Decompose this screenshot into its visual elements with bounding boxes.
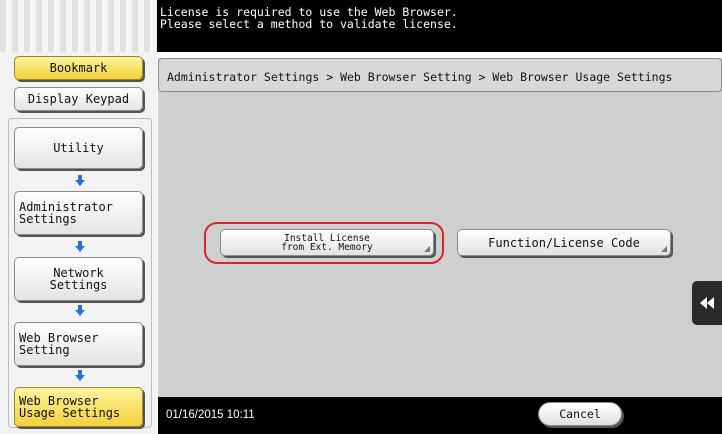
breadcrumb: Administrator Settings > Web Browser Set… <box>158 58 722 92</box>
status-bar: 01/16/2015 10:11 Cancel <box>158 397 722 434</box>
display-keypad-button[interactable]: Display Keypad <box>14 87 143 111</box>
function-license-code-button[interactable]: Function/License Code <box>457 229 671 256</box>
datetime: 01/16/2015 10:11 <box>166 409 255 421</box>
license-message: License is required to use the Web Brows… <box>157 0 722 52</box>
bookmark-button[interactable]: Bookmark <box>14 56 143 80</box>
corner-triangle-icon <box>661 246 667 252</box>
web-browser-usage-settings-button[interactable]: Web Browser Usage Settings <box>14 387 143 427</box>
web-browser-setting-button[interactable]: Web Browser Setting <box>14 322 143 366</box>
network-settings-button[interactable]: Network Settings <box>14 257 143 301</box>
arrow-down-icon <box>75 241 85 252</box>
function-license-label: Function/License Code <box>488 235 640 250</box>
administrator-settings-button[interactable]: Administrator Settings <box>14 191 143 235</box>
arrow-down-icon <box>75 305 85 316</box>
left-sidebar: Bookmark Display Keypad Utility Administ… <box>0 0 157 434</box>
highlight-outline <box>204 222 444 264</box>
sidebar-header-pattern <box>0 0 157 52</box>
double-left-arrow-icon[interactable] <box>692 281 722 325</box>
cancel-button[interactable]: Cancel <box>538 402 622 426</box>
arrow-down-icon <box>75 370 85 381</box>
utility-button[interactable]: Utility <box>14 127 143 169</box>
arrow-down-icon <box>75 175 85 186</box>
